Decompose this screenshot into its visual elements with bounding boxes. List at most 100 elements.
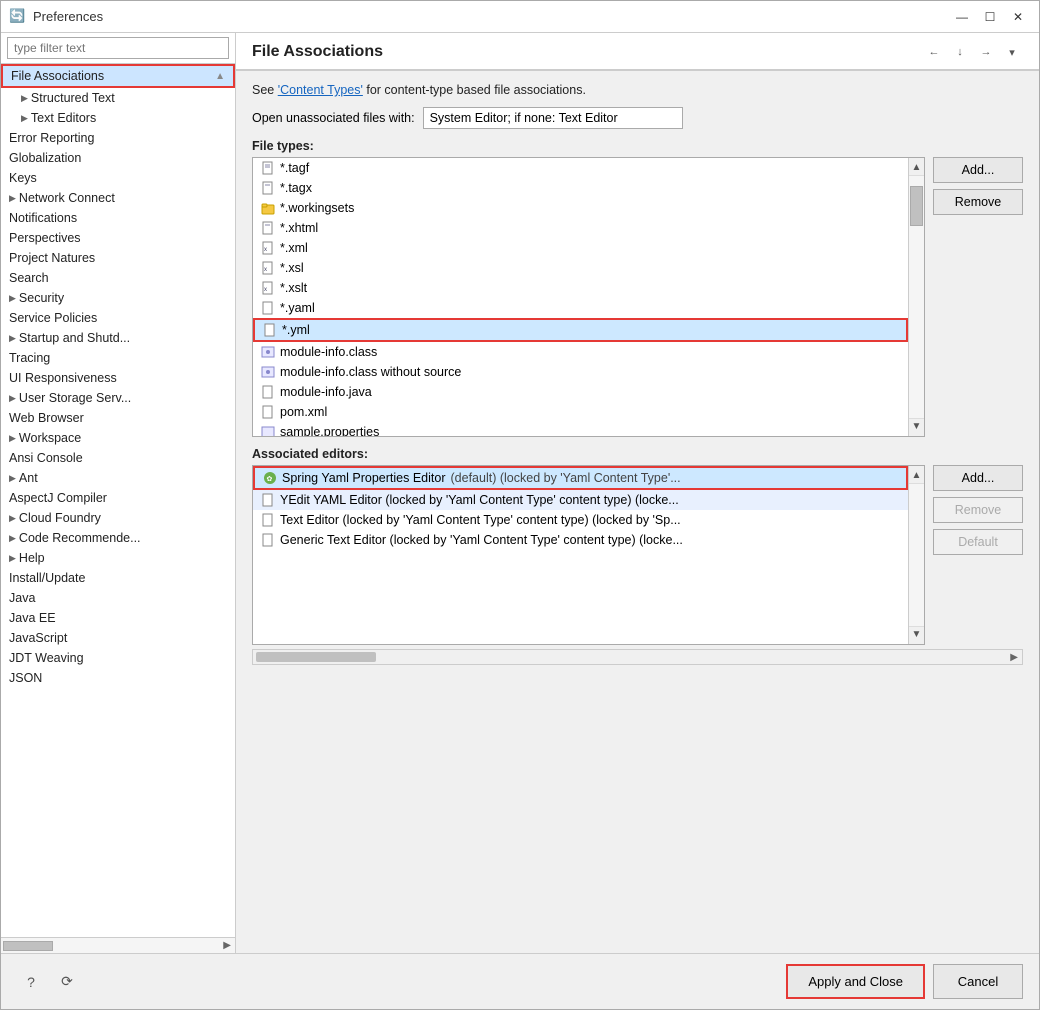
apply-and-close-button[interactable]: Apply and Close: [786, 964, 925, 999]
help-button[interactable]: ?: [17, 968, 45, 996]
sidebar-item-text-editors[interactable]: ▶ Text Editors: [1, 108, 235, 128]
scroll-down-arrow[interactable]: ▼: [910, 627, 924, 642]
sidebar-item-install-update[interactable]: Install/Update: [1, 568, 235, 588]
sidebar-item-ansi-console[interactable]: Ansi Console: [1, 448, 235, 468]
filetype-item-module-info-class[interactable]: module-info.class: [253, 342, 908, 362]
hscroll-right-arrow[interactable]: ▶: [223, 940, 235, 951]
filetype-item-sample-properties[interactable]: sample.properties: [253, 422, 908, 436]
nav-forward-button[interactable]: →: [975, 41, 997, 63]
sidebar-item-label: UI Responsiveness: [9, 371, 117, 385]
scroll-up-icon: ▲: [215, 71, 225, 82]
file-icon: [261, 385, 275, 399]
sidebar-item-help[interactable]: ▶ Help: [1, 548, 235, 568]
assoc-editor-generic-text[interactable]: Generic Text Editor (locked by 'Yaml Con…: [253, 530, 908, 550]
filetype-item-xml[interactable]: x *.xml: [253, 238, 908, 258]
sidebar-item-json[interactable]: JSON: [1, 668, 235, 688]
restore-defaults-button[interactable]: ⟳: [53, 968, 81, 996]
sidebar-item-ant[interactable]: ▶ Ant: [1, 468, 235, 488]
assoc-editors-hscrollbar[interactable]: ▶: [252, 649, 1023, 665]
sidebar-item-user-storage-serv[interactable]: ▶ User Storage Serv...: [1, 388, 235, 408]
expand-icon: ▶: [21, 113, 28, 124]
file-types-remove-button[interactable]: Remove: [933, 189, 1023, 215]
assoc-editors-remove-button[interactable]: Remove: [933, 497, 1023, 523]
filter-input[interactable]: [7, 37, 229, 59]
hscroll-thumb[interactable]: [256, 652, 376, 662]
assoc-editors-default-button[interactable]: Default: [933, 529, 1023, 555]
file-types-vscrollbar[interactable]: ▲ ▼: [908, 158, 924, 436]
sidebar-item-java-ee[interactable]: Java EE: [1, 608, 235, 628]
sidebar-item-notifications[interactable]: Notifications: [1, 208, 235, 228]
associated-editors-section: Associated editors: ✿ Spring Yaml Proper…: [252, 447, 1023, 645]
hscroll-thumb[interactable]: [3, 941, 53, 951]
filetype-item-pom-xml[interactable]: pom.xml: [253, 402, 908, 422]
sidebar-item-java[interactable]: Java: [1, 588, 235, 608]
file-icon: [261, 221, 275, 235]
sidebar-item-label: Ansi Console: [9, 451, 83, 465]
assoc-editor-spring[interactable]: ✿ Spring Yaml Properties Editor (default…: [253, 466, 908, 490]
filetype-item-tagx[interactable]: *.tagx: [253, 178, 908, 198]
nav-down-button[interactable]: ↓: [949, 41, 971, 63]
sidebar-item-workspace[interactable]: ▶ Workspace: [1, 428, 235, 448]
sidebar-item-label: Project Natures: [9, 251, 95, 265]
sidebar-item-label: Perspectives: [9, 231, 81, 245]
scroll-up-arrow[interactable]: ▲: [910, 160, 924, 175]
assoc-editors-add-button[interactable]: Add...: [933, 465, 1023, 491]
scroll-thumb[interactable]: [910, 186, 923, 226]
sidebar-item-label: JSON: [9, 671, 42, 685]
sidebar-item-globalization[interactable]: Globalization: [1, 148, 235, 168]
sidebar-item-file-associations[interactable]: File Associations ▲: [1, 64, 235, 88]
window-controls: — ☐ ✕: [949, 6, 1031, 28]
filetype-item-xslt[interactable]: x *.xslt: [253, 278, 908, 298]
file-icon: [261, 405, 275, 419]
sidebar-item-perspectives[interactable]: Perspectives: [1, 228, 235, 248]
assoc-editor-yedit[interactable]: YEdit YAML Editor (locked by 'Yaml Conte…: [253, 490, 908, 510]
file-types-add-button[interactable]: Add...: [933, 157, 1023, 183]
sidebar-item-label: Web Browser: [9, 411, 84, 425]
filetype-item-module-info-class-no-src[interactable]: module-info.class without source: [253, 362, 908, 382]
sidebar-item-keys[interactable]: Keys: [1, 168, 235, 188]
sidebar-item-service-policies[interactable]: Service Policies: [1, 308, 235, 328]
scroll-down-arrow[interactable]: ▼: [910, 419, 924, 434]
filetype-item-workingsets[interactable]: *.workingsets: [253, 198, 908, 218]
sidebar-hscroll[interactable]: ▶: [1, 937, 235, 953]
sidebar-item-search[interactable]: Search: [1, 268, 235, 288]
sidebar-item-code-recommende[interactable]: ▶ Code Recommende...: [1, 528, 235, 548]
sidebar-item-javascript[interactable]: JavaScript: [1, 628, 235, 648]
sidebar-item-jdt-weaving[interactable]: JDT Weaving: [1, 648, 235, 668]
module-icon: [261, 365, 275, 379]
sidebar-item-web-browser[interactable]: Web Browser: [1, 408, 235, 428]
filetype-item-yaml[interactable]: *.yaml: [253, 298, 908, 318]
maximize-button[interactable]: ☐: [977, 6, 1003, 28]
cancel-button[interactable]: Cancel: [933, 964, 1023, 999]
sidebar-item-network-connect[interactable]: ▶ Network Connect: [1, 188, 235, 208]
file-types-section: File types: *.tagf *.ta: [252, 139, 1023, 437]
scroll-track: [909, 175, 924, 419]
sidebar-item-cloud-foundry[interactable]: ▶ Cloud Foundry: [1, 508, 235, 528]
sidebar-item-startup-and-shut[interactable]: ▶ Startup and Shutd...: [1, 328, 235, 348]
assoc-editor-text-editor[interactable]: Text Editor (locked by 'Yaml Content Typ…: [253, 510, 908, 530]
nav-back-button[interactable]: ←: [923, 41, 945, 63]
filetype-item-yml[interactable]: *.yml: [253, 318, 908, 342]
nav-menu-button[interactable]: ▾: [1001, 41, 1023, 63]
sidebar-item-security[interactable]: ▶ Security: [1, 288, 235, 308]
filetype-item-module-info-java[interactable]: module-info.java: [253, 382, 908, 402]
file-types-buttons: Add... Remove: [933, 157, 1023, 437]
close-button[interactable]: ✕: [1005, 6, 1031, 28]
sidebar-item-label: Cloud Foundry: [19, 511, 101, 525]
sidebar-item-aspectj-compiler[interactable]: AspectJ Compiler: [1, 488, 235, 508]
sidebar-item-tracing[interactable]: Tracing: [1, 348, 235, 368]
minimize-button[interactable]: —: [949, 6, 975, 28]
sidebar-item-ui-responsiveness[interactable]: UI Responsiveness: [1, 368, 235, 388]
sidebar-item-structured-text[interactable]: ▶ Structured Text: [1, 88, 235, 108]
file-types-label: File types:: [252, 139, 1023, 153]
filetype-item-tagf[interactable]: *.tagf: [253, 158, 908, 178]
sidebar-item-project-natures[interactable]: Project Natures: [1, 248, 235, 268]
filetype-item-xsl[interactable]: x *.xsl: [253, 258, 908, 278]
content-types-link[interactable]: 'Content Types': [278, 83, 363, 97]
open-unassoc-select[interactable]: System Editor; if none: Text Editor Text…: [423, 107, 683, 129]
assoc-editors-vscrollbar[interactable]: ▲ ▼: [908, 466, 924, 644]
scroll-up-arrow[interactable]: ▲: [910, 468, 924, 483]
sidebar-item-error-reporting[interactable]: Error Reporting: [1, 128, 235, 148]
filetype-item-xhtml[interactable]: *.xhtml: [253, 218, 908, 238]
hscroll-right-arrow[interactable]: ▶: [1006, 652, 1022, 663]
